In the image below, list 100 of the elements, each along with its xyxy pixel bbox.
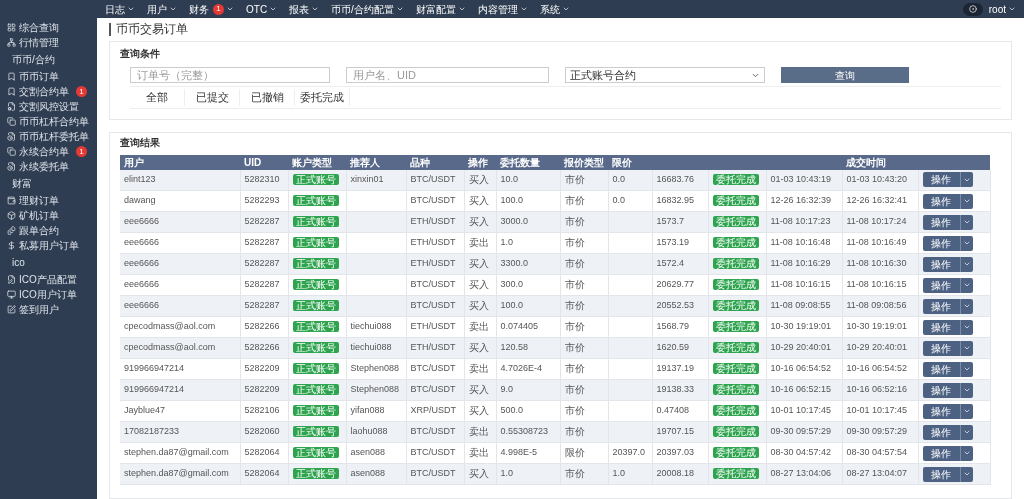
sidebar-item[interactable]: 矿机订单 [0,208,97,223]
dropdown-toggle[interactable] [959,298,973,314]
sidebar-item[interactable]: 交割风控设置 [0,99,97,114]
caret-icon [962,239,971,247]
table-cell: 市价 [564,195,585,207]
action-button[interactable]: 操作 [922,319,960,335]
sidebar-item[interactable]: 行情管理 [0,35,97,50]
caret-icon [395,5,404,13]
table-cell: 10-16 06:52:16 [846,384,908,395]
filter-tab[interactable]: 已撤销 [240,89,295,106]
nav-menu[interactable]: 报表 [289,1,320,17]
caret-icon [962,470,971,478]
table-cell: 5282287 [244,237,280,248]
search-button[interactable]: 查询 [781,67,909,83]
user-menu[interactable]: root [988,1,1016,17]
action-button[interactable]: 操作 [922,424,960,440]
status-badge: 委托完成 [712,174,759,185]
status-badge: 委托完成 [712,300,759,312]
table-cell: BTC/USDT [410,384,456,395]
sidebar-item[interactable]: 交割合约单 1 [0,84,97,99]
filter-tab[interactable]: 全部 [130,89,185,106]
dropdown-toggle[interactable] [959,214,973,230]
table-cell: 1573.19 [656,237,690,248]
caret-icon [962,218,971,226]
table-cell: eee6666 [124,216,160,227]
action-button[interactable]: 操作 [922,340,960,356]
dropdown-toggle[interactable] [959,466,973,482]
sidebar-item[interactable]: 永续委托单 [0,159,97,174]
table-cell: 919966947214 [124,363,185,374]
table-cell: 19137.19 [656,363,695,374]
nav-menu[interactable]: OTC [246,1,278,17]
action-button[interactable]: 操作 [922,256,960,272]
nav-menu[interactable]: 财务 1 [189,1,234,17]
column-header: 报价类型 [560,154,608,170]
nav-menu[interactable]: 币币/合约配置 [331,1,404,17]
table-cell: 11-08 09:08:56 [846,300,907,311]
avatar-icon[interactable] [962,2,983,16]
table-cell: 买入 [468,174,489,185]
action-button[interactable]: 操作 [922,277,960,293]
menu-icon [7,162,16,171]
sidebar-item[interactable]: ICO产品配置 [0,272,97,287]
nav-menu[interactable]: 内容管理 [477,1,528,17]
table-cell: 买入 [468,300,489,312]
table-cell: 19707.15 [656,426,695,437]
status-badge: 委托完成 [712,342,759,354]
status-badge: 正式账号 [292,216,339,228]
nav-menu[interactable]: 财富配置 [415,1,466,17]
dropdown-toggle[interactable] [959,424,973,440]
sidebar-item[interactable]: 币币杠杆合约单 [0,114,97,129]
table-cell: Stephen088 [350,363,400,374]
sidebar-item-label: 交割合约单 [19,85,69,99]
caret-icon [561,5,570,13]
filter-tab[interactable]: 委托完成 [295,89,350,106]
nav-menu[interactable]: 日志 [105,1,135,17]
sidebar-item[interactable]: ICO用户订单 [0,287,97,302]
table-cell: 01-03 10:43:19 [770,174,832,184]
order-number-field[interactable]: 订单号（完整） [130,67,330,83]
dropdown-toggle[interactable] [959,382,973,398]
filter-tab[interactable]: 已提交 [185,89,240,106]
nav-menu[interactable]: 系统 [539,1,570,17]
dropdown-toggle[interactable] [959,172,973,188]
table-cell: stephen.da87@gmail.com [124,447,229,458]
sidebar-item[interactable]: 币币杠杆委托单 [0,129,97,144]
table-cell: 市价 [564,342,585,354]
action-button[interactable]: 操作 [922,193,960,209]
action-button[interactable]: 操作 [922,466,960,482]
action-button[interactable]: 操作 [922,298,960,314]
sidebar-item[interactable]: 永续合约单 1 [0,144,97,159]
nav-menu-label: 日志 [105,2,125,17]
nav-menu[interactable]: 用户 [147,1,177,17]
username-field[interactable]: 用户名、UID [346,67,549,83]
table-cell: 买入 [468,468,489,480]
account-type-select[interactable]: 正式账号合约 [565,67,765,83]
dropdown-toggle[interactable] [959,340,973,356]
sidebar-item[interactable]: 币币订单 [0,69,97,84]
caret-icon [962,386,971,394]
table-cell: 限价 [564,447,585,459]
sidebar-item-label: 矿机订单 [19,209,59,223]
action-button[interactable]: 操作 [922,403,960,419]
sidebar-item[interactable]: 私募用户订单 [0,238,97,253]
sidebar-item[interactable]: 理财订单 [0,193,97,208]
action-button[interactable]: 操作 [922,172,960,188]
sidebar-item-label: 币币杠杆委托单 [19,130,89,144]
action-button[interactable]: 操作 [922,235,960,251]
sidebar-item[interactable]: 跟单合约 [0,223,97,238]
action-button[interactable]: 操作 [922,445,960,461]
table-cell: 卖出 [468,447,489,459]
column-header: 推荐人 [346,154,406,170]
action-button[interactable]: 操作 [922,361,960,377]
table-cell: 4.7026E-4 [500,363,543,374]
table-cell: eee6666 [124,279,160,290]
table-cell: 5282266 [244,342,280,353]
action-button[interactable]: 操作 [922,382,960,398]
table-cell: 1.0 [500,468,513,479]
table-cell: 3300.0 [500,258,529,269]
sidebar-item[interactable]: 综合查询 [0,20,97,35]
action-button[interactable]: 操作 [922,214,960,230]
sidebar-item[interactable]: 签到用户 [0,302,97,317]
table-cell: 11-08 10:16:49 [846,237,907,248]
dropdown-toggle[interactable] [959,256,973,272]
